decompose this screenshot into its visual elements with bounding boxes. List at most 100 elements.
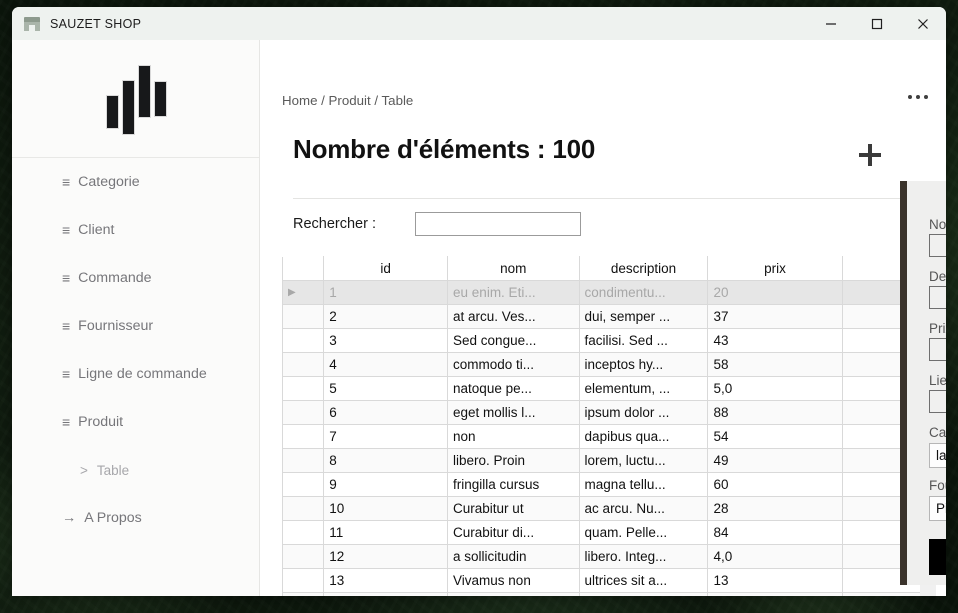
nom-field[interactable] (929, 234, 946, 257)
sidebar-item-a-propos[interactable]: → A Propos (12, 494, 259, 542)
cell-prix[interactable]: 59, (707, 592, 843, 596)
cell-description[interactable]: elementum, ... (578, 376, 709, 401)
cell-description[interactable]: magna tellu... (578, 472, 709, 497)
cell-id[interactable]: 11 (323, 520, 449, 545)
cell-description[interactable]: libero. Integ... (578, 544, 709, 569)
row-selector[interactable] (282, 592, 325, 596)
cell-id[interactable]: 9 (323, 472, 449, 497)
cell-id[interactable]: 13 (323, 568, 449, 593)
cell-id[interactable]: 10 (323, 496, 449, 521)
cell-prix[interactable]: 43 (707, 328, 843, 353)
row-selector[interactable] (282, 328, 325, 353)
minimize-icon[interactable] (808, 7, 854, 40)
plus-icon[interactable] (859, 144, 881, 166)
cell-prix[interactable]: 5,0 (707, 376, 843, 401)
row-selector[interactable] (282, 400, 325, 425)
table-row[interactable]: 6 eget mollis l... ipsum dolor ... 88 (282, 400, 936, 425)
cell-description[interactable]: vitae nibh. D... (578, 592, 709, 596)
row-selector[interactable] (282, 448, 325, 473)
row-selector[interactable] (282, 352, 325, 377)
row-selector[interactable] (282, 520, 325, 545)
cell-description[interactable]: ultrices sit a... (578, 568, 709, 593)
sidebar-item-ligne-de-commande[interactable]: ≡ Ligne de commande (12, 350, 259, 398)
row-selector[interactable] (282, 544, 325, 569)
table-row[interactable]: 12 a sollicitudin libero. Integ... 4,0 (282, 544, 936, 569)
cell-id[interactable]: 12 (323, 544, 449, 569)
table-row[interactable]: 9 fringilla cursus magna tellu... 60 (282, 472, 936, 497)
column-header-id[interactable]: id (323, 256, 449, 281)
cell-nom[interactable]: Sed congue... (447, 328, 580, 353)
cell-prix[interactable]: 20 (707, 280, 843, 305)
lien-image-field[interactable] (929, 390, 946, 413)
cell-nom[interactable]: eu enim. Eti... (447, 280, 580, 305)
ellipsis-icon[interactable] (908, 95, 928, 99)
cell-id[interactable]: 5 (323, 376, 449, 401)
column-header-prix[interactable]: prix (707, 256, 843, 281)
sidebar-item-client[interactable]: ≡ Client (12, 206, 259, 254)
cell-prix[interactable]: 54 (707, 424, 843, 449)
cell-description[interactable]: condimentu... (578, 280, 709, 305)
prix-field[interactable] (929, 338, 946, 361)
sidebar-item-fournisseur[interactable]: ≡ Fournisseur (12, 302, 259, 350)
cell-prix[interactable]: 58 (707, 352, 843, 377)
cell-prix[interactable]: 13 (707, 568, 843, 593)
cell-prix[interactable]: 37 (707, 304, 843, 329)
cell-prix[interactable]: 28 (707, 496, 843, 521)
row-selector[interactable] (282, 424, 325, 449)
table-row[interactable]: 3 Sed congue... facilisi. Sed ... 43 (282, 328, 936, 353)
cell-nom[interactable]: eget odio. (447, 592, 580, 596)
cell-nom[interactable]: a sollicitudin (447, 544, 580, 569)
row-selector[interactable] (282, 472, 325, 497)
cell-description[interactable]: ipsum dolor ... (578, 400, 709, 425)
cell-id[interactable]: 8 (323, 448, 449, 473)
cell-id[interactable]: 3 (323, 328, 449, 353)
ajouter-button[interactable]: Ajouter (929, 539, 946, 575)
cell-prix[interactable]: 49 (707, 448, 843, 473)
row-selector[interactable] (282, 496, 325, 521)
cell-description[interactable]: ac arcu. Nu... (578, 496, 709, 521)
sidebar-item-commande[interactable]: ≡ Commande (12, 254, 259, 302)
cell-prix[interactable]: 60 (707, 472, 843, 497)
sidebar-item-produit[interactable]: ≡ Produit (12, 398, 259, 446)
table-row[interactable]: 4 commodo ti... inceptos hy... 58 (282, 352, 936, 377)
cell-nom[interactable]: Curabitur ut (447, 496, 580, 521)
cell-description[interactable]: dapibus qua... (578, 424, 709, 449)
fournisseur-select[interactable]: Pierce (929, 496, 946, 521)
cell-description[interactable]: quam. Pelle... (578, 520, 709, 545)
description-field[interactable] (929, 286, 946, 309)
cell-nom[interactable]: non (447, 424, 580, 449)
cell-nom[interactable]: commodo ti... (447, 352, 580, 377)
table-row[interactable]: 11 Curabitur di... quam. Pelle... 84 (282, 520, 936, 545)
cell-nom[interactable]: fringilla cursus (447, 472, 580, 497)
cell-id[interactable]: 1 (323, 280, 449, 305)
cell-id[interactable]: 6 (323, 400, 449, 425)
cell-nom[interactable]: Curabitur di... (447, 520, 580, 545)
cell-description[interactable]: lorem, luctu... (578, 448, 709, 473)
column-header-nom[interactable]: nom (447, 256, 580, 281)
cell-nom[interactable]: Vivamus non (447, 568, 580, 593)
cell-id[interactable]: 2 (323, 304, 449, 329)
row-selector[interactable] (282, 376, 325, 401)
table-row[interactable]: 14eget odio.vitae nibh. D...59, (282, 592, 936, 596)
row-selector[interactable]: ▶ (282, 280, 325, 305)
sidebar-subitem-table[interactable]: > Table (12, 446, 259, 494)
table-row[interactable]: 10 Curabitur ut ac arcu. Nu... 28 (282, 496, 936, 521)
row-selector[interactable] (282, 568, 325, 593)
table-row[interactable]: 2 at arcu. Ves... dui, semper ... 37 (282, 304, 936, 329)
cell-description[interactable]: dui, semper ... (578, 304, 709, 329)
close-icon[interactable] (900, 7, 946, 40)
table-row[interactable]: 8 libero. Proin lorem, luctu... 49 (282, 448, 936, 473)
search-input[interactable] (415, 212, 582, 236)
data-grid[interactable]: id nom description prix lien d'image Cat… (282, 256, 936, 596)
cell-id[interactable]: 7 (323, 424, 449, 449)
cell-nom[interactable]: libero. Proin (447, 448, 580, 473)
column-header-description[interactable]: description (578, 256, 709, 281)
cell-prix[interactable]: 4,0 (707, 544, 843, 569)
breadcrumb[interactable]: Home / Produit / Table (282, 93, 413, 108)
categorie-select[interactable]: lacus (929, 443, 946, 468)
cell-nom[interactable]: natoque pe... (447, 376, 580, 401)
cell-prix[interactable]: 84 (707, 520, 843, 545)
cell-prix[interactable]: 88 (707, 400, 843, 425)
maximize-icon[interactable] (854, 7, 900, 40)
table-row[interactable]: 13 Vivamus non ultrices sit a... 13 (282, 568, 936, 593)
